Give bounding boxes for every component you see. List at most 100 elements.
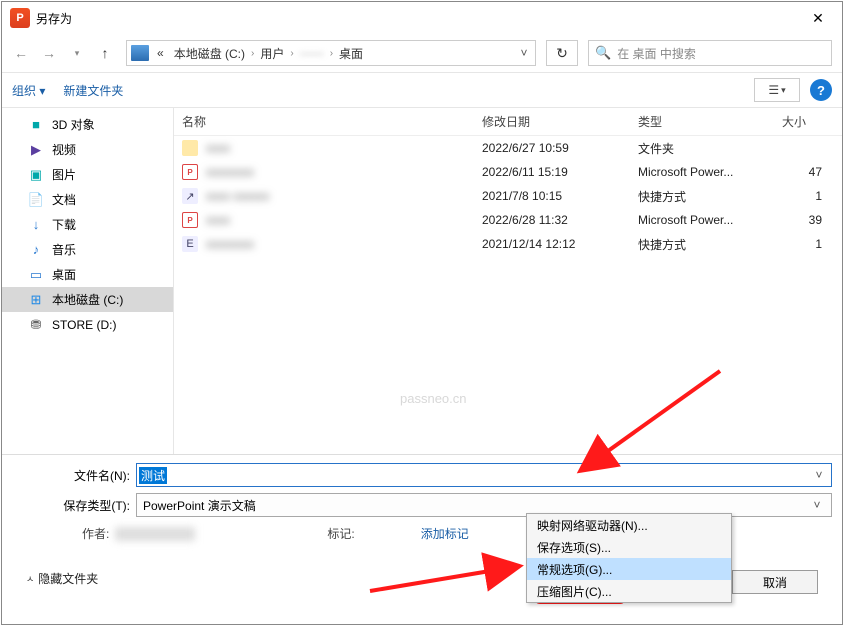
filetype-label: 保存类型(T):	[12, 497, 136, 514]
menu-item[interactable]: 映射网络驱动器(N)...	[527, 514, 731, 536]
file-size: 1	[782, 189, 842, 203]
sidebar-item[interactable]: ↓ 下载	[2, 212, 173, 237]
file-row[interactable]: ↗xxxx xxxxxx2021/7/8 10:15快捷方式1	[174, 184, 842, 208]
file-date: 2022/6/28 11:32	[482, 213, 638, 227]
view-mode-button[interactable]: ☰▾	[754, 78, 800, 102]
file-icon: E	[182, 236, 198, 252]
drive-icon	[131, 45, 149, 61]
help-button[interactable]: ?	[810, 79, 832, 101]
sidebar-item[interactable]: ♪音乐	[2, 237, 173, 262]
chevron-down-icon[interactable]: ˅	[809, 468, 829, 482]
menu-item[interactable]: 保存选项(S)...	[527, 536, 731, 558]
filename-value: 测试	[139, 467, 167, 484]
sidebar-item[interactable]: ⊞本地磁盘 (C:)	[2, 287, 173, 312]
new-folder-button[interactable]: 新建文件夹	[63, 82, 123, 99]
file-row[interactable]: xxxx2022/6/27 10:59文件夹	[174, 136, 842, 160]
sidebar-item-label: STORE (D:)	[52, 318, 116, 332]
tools-menu: 映射网络驱动器(N)...保存选项(S)...常规选项(G)...压缩图片(C)…	[526, 513, 732, 603]
folder-icon: ▣	[28, 167, 44, 183]
breadcrumb-users[interactable]: 用户	[256, 45, 288, 62]
search-input[interactable]: 🔍 在 桌面 中搜索	[588, 40, 832, 66]
chevron-right-icon: ›	[330, 48, 333, 59]
breadcrumb-prefix: «	[153, 46, 168, 60]
tag-label: 标记:	[327, 525, 354, 542]
file-row[interactable]: Pxxxxxxxx2022/6/11 15:19Microsoft Power.…	[174, 160, 842, 184]
author-label: 作者:	[82, 525, 109, 542]
chevron-down-icon[interactable]: ˅	[515, 46, 533, 60]
file-name: xxxx	[206, 141, 230, 155]
file-row[interactable]: Exxxxxxxx 2021/12/14 12:12快捷方式1	[174, 232, 842, 256]
forward-button[interactable]: →	[36, 40, 62, 66]
folder-icon: ⊞	[28, 292, 44, 308]
file-type: 快捷方式	[638, 236, 782, 253]
file-icon: P	[182, 164, 198, 180]
sidebar-item[interactable]: ▣ 图片	[2, 162, 173, 187]
sidebar-item[interactable]: ■ 3D 对象	[2, 112, 173, 137]
window-title: 另存为	[36, 10, 72, 27]
toolbar: 组织 ▾ 新建文件夹 ☰▾ ?	[2, 72, 842, 108]
search-icon: 🔍	[595, 45, 611, 61]
folder-icon: ▭	[28, 267, 44, 283]
col-size[interactable]: 大小	[782, 113, 842, 130]
folder-icon: ▶	[28, 142, 44, 158]
sidebar-item-label: 图片	[52, 166, 76, 183]
file-name: xxxxxxxx	[206, 237, 254, 251]
chevron-up-icon: ㅅ	[26, 572, 34, 585]
file-name: xxxxxxxx	[206, 165, 254, 179]
menu-item[interactable]: 压缩图片(C)...	[527, 580, 731, 602]
file-size: 39	[782, 213, 842, 227]
organize-menu[interactable]: 组织 ▾	[12, 82, 45, 99]
recent-caret-icon[interactable]: ▾	[64, 40, 90, 66]
file-icon: ↗	[182, 188, 198, 204]
chevron-right-icon: ›	[290, 48, 293, 59]
file-type: Microsoft Power...	[638, 165, 782, 179]
refresh-button[interactable]: ↻	[546, 40, 578, 66]
breadcrumb-user[interactable]: ------	[296, 46, 328, 60]
titlebar: P 另存为 ✕	[2, 2, 842, 34]
search-placeholder: 在 桌面 中搜索	[617, 45, 696, 62]
col-date[interactable]: 修改日期	[482, 113, 638, 130]
file-type: Microsoft Power...	[638, 213, 782, 227]
sidebar-item[interactable]: ▭ 桌面	[2, 262, 173, 287]
back-button[interactable]: ←	[8, 40, 34, 66]
add-tag-link[interactable]: 添加标记	[421, 525, 469, 542]
sidebar-item[interactable]: ▶ 视频	[2, 137, 173, 162]
sidebar-item[interactable]: ⛃STORE (D:)	[2, 312, 173, 337]
file-row[interactable]: Pxxxx 2022/6/28 11:32Microsoft Power...39	[174, 208, 842, 232]
filetype-value: PowerPoint 演示文稿	[143, 497, 256, 514]
powerpoint-app-icon: P	[10, 8, 30, 28]
author-value	[115, 527, 195, 541]
sidebar-item-label: 3D 对象	[52, 116, 95, 133]
up-button[interactable]: ↑	[92, 40, 118, 66]
sidebar-item-label: 桌面	[52, 266, 76, 283]
sidebar-item-label: 下载	[52, 216, 76, 233]
file-date: 2021/12/14 12:12	[482, 237, 638, 251]
close-button[interactable]: ✕	[796, 3, 840, 33]
hide-folders-toggle[interactable]: ㅅ 隐藏文件夹	[26, 570, 98, 587]
folder-icon: ■	[28, 117, 44, 133]
file-type: 快捷方式	[638, 188, 782, 205]
folder-icon: ↓	[28, 217, 44, 233]
sidebar-item[interactable]: 📄文档	[2, 187, 173, 212]
file-name: xxxx	[206, 213, 230, 227]
filename-input[interactable]: 测试 ˅	[136, 463, 832, 487]
sidebar: ■ 3D 对象 ▶ 视频 ▣ 图片 📄文档 ↓ 下载 ♪音乐 ▭ 桌面 ⊞本地磁盘 (C:)⛃STORE…	[2, 108, 174, 454]
col-name[interactable]: 名称	[182, 113, 482, 130]
sidebar-item-label: 视频	[52, 141, 76, 158]
menu-item[interactable]: 常规选项(G)...	[527, 558, 731, 580]
col-type[interactable]: 类型	[638, 113, 782, 130]
file-type: 文件夹	[638, 140, 782, 157]
nav-bar: ← → ▾ ↑ « 本地磁盘 (C:) › 用户 › ------ › 桌面 ˅…	[2, 34, 842, 72]
folder-icon: ♪	[28, 242, 44, 258]
breadcrumb[interactable]: « 本地磁盘 (C:) › 用户 › ------ › 桌面 ˅	[126, 40, 536, 66]
file-list-pane: 名称 修改日期 类型 大小 xxxx2022/6/27 10:59文件夹Pxxx…	[174, 108, 842, 454]
chevron-right-icon: ›	[251, 48, 254, 59]
file-size: 1	[782, 237, 842, 251]
chevron-down-icon[interactable]: ˅	[809, 498, 825, 512]
breadcrumb-drive[interactable]: 本地磁盘 (C:)	[170, 45, 249, 62]
file-size: 47	[782, 165, 842, 179]
cancel-button[interactable]: 取消	[732, 570, 818, 594]
list-icon: ☰	[768, 83, 779, 97]
breadcrumb-desktop[interactable]: 桌面	[335, 45, 367, 62]
file-icon: P	[182, 212, 198, 228]
